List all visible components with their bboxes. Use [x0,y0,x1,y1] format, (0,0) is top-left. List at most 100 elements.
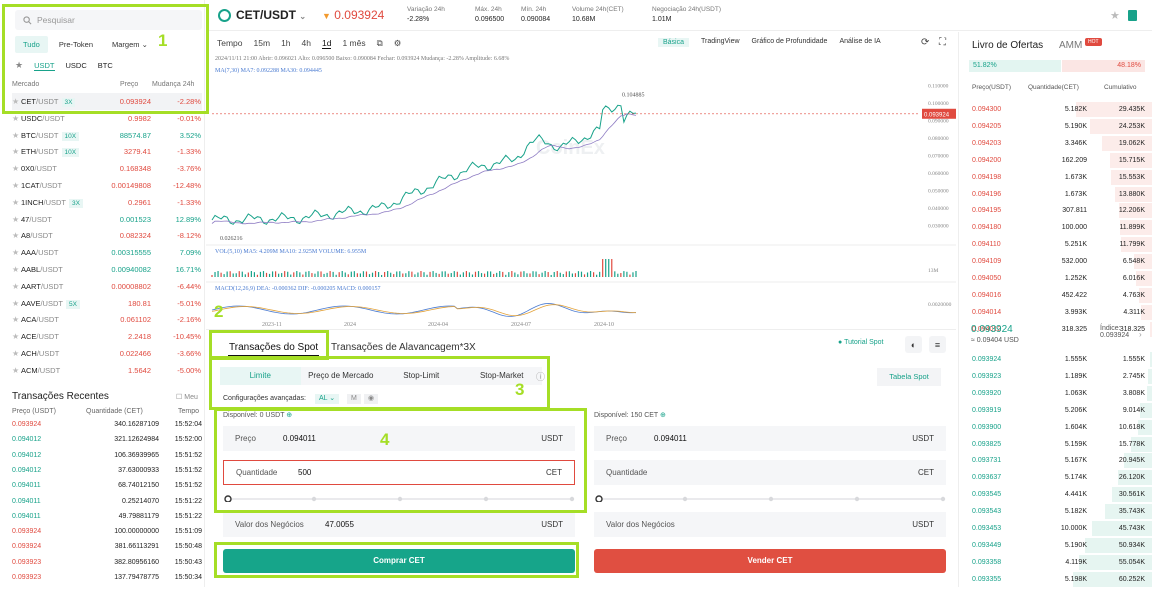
star-icon[interactable]: ★ [12,282,21,291]
book-row[interactable]: 0.094200 162.209 15.715K [972,152,1152,169]
market-row[interactable]: ★ 1INCH/USDT 3X 0.2961 -1.33% [12,194,202,211]
book-price: 0.094014 [972,308,1002,316]
book-row[interactable]: 0.094016 452.422 4.763K [972,287,1152,304]
mine-checkbox[interactable]: ☐ Meu [176,393,198,401]
market-base: ACE [21,332,37,342]
book-cum: 12.206K [1118,207,1145,215]
sell-total-field[interactable]: Valor dos Negócios USDT [594,512,946,537]
book-price: 0.094200 [972,156,1002,164]
market-row[interactable]: ★ ACM/USDT 1.5642 -5.00% [12,362,202,379]
star-icon[interactable]: ★ [12,181,21,190]
pair-selector[interactable]: CET/USDT ⌄ [236,8,306,22]
book-row[interactable]: 0.093731 5.167K 20.945K [972,452,1152,469]
favorite-star-icon[interactable]: ★ [1110,9,1120,22]
theme-icon[interactable]: ◐ [905,336,922,353]
book-icon[interactable] [1128,10,1137,21]
market-base: A8 [21,231,31,241]
annotation-label-4: 4 [380,430,390,449]
spot-table-button[interactable]: Tabela Spot [877,368,941,386]
book-row[interactable]: 0.094205 5.190K 24.253K [972,118,1152,135]
tab-margin[interactable]: Transações de Alavancagem*3X [331,342,476,353]
book-row[interactable]: 0.093919 5.206K 9.014K [972,402,1152,419]
market-row[interactable]: ★ 1CAT/USDT 0.00149808 -12.48% [12,177,202,194]
add-icon[interactable]: ⊕ [660,412,666,419]
book-row[interactable]: 0.094195 307.811 12.206K [972,202,1152,219]
market-row[interactable]: ★ AAA/USDT 0.00315555 7.09% [12,244,202,261]
market-row[interactable]: ★ A8/USDT 0.082324 -8.12% [12,227,202,244]
star-icon[interactable]: ★ [12,131,21,140]
book-row[interactable]: 0.094109 532.000 6.548K [972,253,1152,270]
book-price: 0.094195 [972,207,1002,215]
book-row[interactable]: 0.093545 4.441K 30.561K [972,486,1152,503]
book-row[interactable]: 0.093355 5.198K 60.252K [972,571,1152,588]
index-value: 0.093924 [1100,332,1130,339]
book-qty: 5.190K [1064,541,1087,549]
star-icon[interactable]: ★ [12,147,21,156]
market-row[interactable]: ★ 0X0/USDT 0.168348 -3.76% [12,160,202,177]
star-icon[interactable]: ★ [12,198,21,207]
star-icon[interactable]: ★ [12,215,21,224]
book-row[interactable]: 0.093923 1.189K 2.745K [972,368,1152,385]
x-tick-label: 2023-11 [262,322,282,328]
market-row[interactable]: ★ AABL/USDT 0.00940082 16.71% [12,261,202,278]
book-row[interactable]: 0.093449 5.190K 50.934K [972,537,1152,554]
book-row[interactable]: 0.094300 5.182K 29.435K [972,101,1152,118]
order-book: Livro de Ofertas AMM HOT 51.82% 48.18% P… [958,32,1152,587]
amm-tab[interactable]: AMM [1059,40,1082,51]
book-price: 0.093637 [972,474,1002,482]
book-row[interactable]: 0.093825 5.159K 15.778K [972,436,1152,453]
star-icon[interactable]: ★ [12,332,21,341]
tutorial-link[interactable]: ● Tutorial Spot [838,339,884,346]
book-row[interactable]: 0.093453 10.000K 45.743K [972,520,1152,537]
book-cum: 29.435K [1118,106,1145,113]
book-row[interactable]: 0.093358 4.119K 55.054K [972,554,1152,571]
star-icon[interactable]: ★ [12,315,21,324]
sell-quantity-field[interactable]: Quantidade CET [594,460,946,485]
book-row[interactable]: 0.094198 1.673K 15.553K [972,169,1152,186]
market-row[interactable]: ★ ETH/USDT 10X 3279.41 -1.33% [12,143,202,160]
star-icon[interactable]: ★ [12,265,21,274]
book-row[interactable]: 0.094203 3.346K 19.062K [972,135,1152,152]
star-icon[interactable]: ★ [12,164,21,173]
market-price: 0.082324 [119,231,151,241]
book-row[interactable]: 0.094050 1.252K 6.016K [972,270,1152,287]
book-row[interactable]: 0.094180 100.000 11.899K [972,219,1152,236]
sell-price-label: Preço [606,434,627,443]
book-row[interactable]: 0.093637 5.174K 26.120K [972,469,1152,486]
book-row[interactable]: 0.093900 1.604K 10.618K [972,419,1152,436]
annotation-label-1: 1 [158,31,168,50]
star-icon[interactable]: ★ [12,248,21,257]
trade-time: 15:51:52 [174,466,202,474]
market-row[interactable]: ★ BTC/USDT 10X 88574.87 3.52% [12,127,202,144]
order-book-tab[interactable]: Livro de Ofertas [972,40,1043,51]
sell-price-field[interactable]: Preço 0.094011 USDT [594,426,946,451]
star-icon[interactable]: ★ [12,114,21,123]
market-base: ACH [21,349,37,358]
market-row[interactable]: ★ ACA/USDT 0.061102 -2.16% [12,311,202,328]
book-cum: 24.253K [1118,122,1145,130]
sell-amount-slider[interactable] [594,494,948,502]
candlestick-chart[interactable]: 0.110000 0.100000 0.090000 0.080000 0.070000… [206,32,956,330]
chevron-right-icon[interactable]: › [1139,330,1142,339]
buy-total-field[interactable]: Valor dos Negócios 47.0055 USDT [223,512,575,537]
book-row[interactable]: 0.094110 5.251K 11.799K [972,236,1152,253]
market-quote: /USDT [36,147,59,157]
market-row[interactable]: ★ 47/USDT 0.001523 12.89% [12,211,202,228]
book-row[interactable]: 0.093924 1.555K 1.555K [972,351,1152,368]
market-row[interactable]: ★ AAVE/USDT 5X 180.81 -5.01% [12,295,202,312]
book-row[interactable]: 0.094014 3.993K 4.311K [972,304,1152,321]
market-row[interactable]: ★ ACE/USDT 2.2418 -10.45% [12,328,202,345]
star-icon[interactable]: ★ [12,299,21,308]
star-icon[interactable]: ★ [12,349,21,358]
sell-button[interactable]: Vender CET [594,549,946,573]
market-price: 180.81 [128,298,151,308]
settings-icon[interactable]: ≡ [929,336,946,353]
star-icon[interactable]: ★ [12,231,21,240]
book-row[interactable]: 0.093543 5.182K 35.743K [972,503,1152,520]
book-row[interactable]: 0.093920 1.063K 3.808K [972,385,1152,402]
market-row[interactable]: ★ AART/USDT 0.00008802 -6.44% [12,278,202,295]
star-icon[interactable]: ★ [12,366,21,375]
book-row[interactable]: 0.094196 1.673K 13.880K [972,186,1152,203]
market-row[interactable]: ★ ACH/USDT 0.022466 -3.66% [12,345,202,362]
mid-price-usd: ≈ 0.09404 USD [971,337,1019,344]
